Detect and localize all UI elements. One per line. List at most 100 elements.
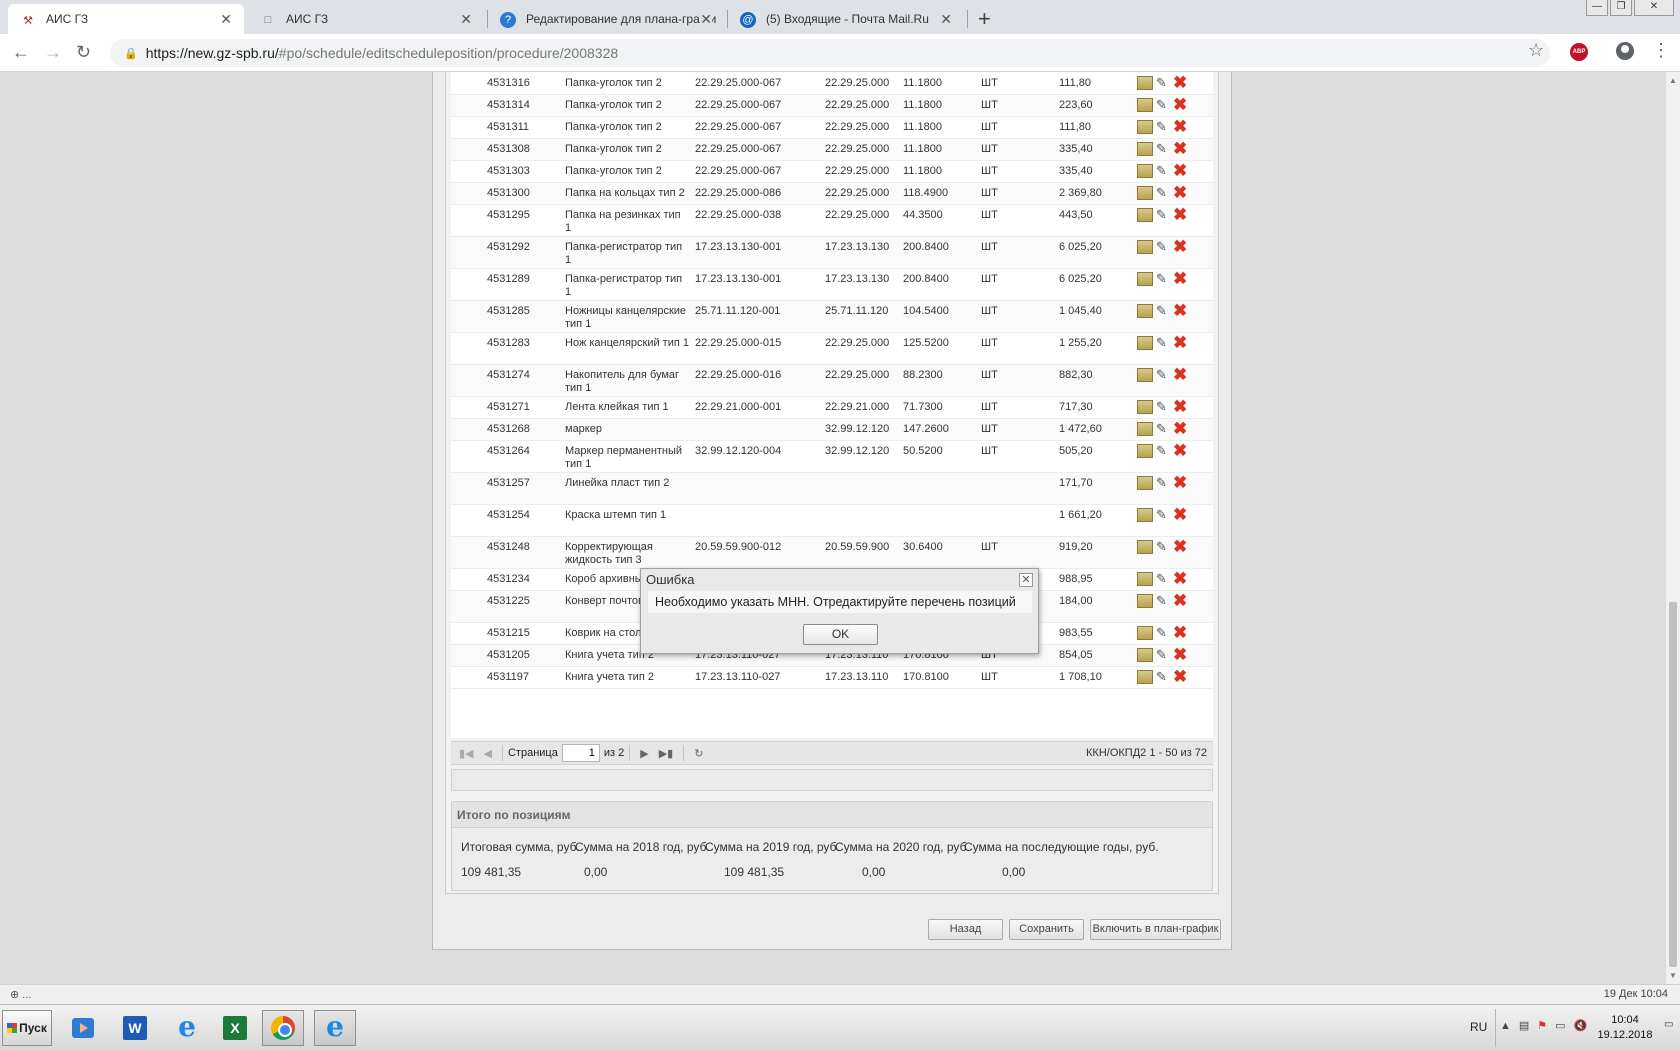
book-icon[interactable] bbox=[1137, 400, 1153, 414]
edit-pencil-icon[interactable]: ✎ bbox=[1156, 208, 1170, 222]
back-button[interactable]: Назад bbox=[928, 919, 1003, 940]
taskbar-ie-2[interactable]: e bbox=[314, 1010, 356, 1046]
tab-editing-schedule[interactable]: ? Редактирование для плана-графи ✕ bbox=[488, 4, 724, 34]
delete-icon[interactable]: ✖ bbox=[1173, 442, 1189, 459]
dialog-close-icon[interactable]: ✕ bbox=[1019, 573, 1033, 587]
edit-pencil-icon[interactable]: ✎ bbox=[1156, 508, 1170, 522]
close-tab-icon[interactable]: ✕ bbox=[700, 11, 712, 28]
save-button[interactable]: Сохранить bbox=[1009, 919, 1084, 940]
delete-icon[interactable]: ✖ bbox=[1173, 238, 1189, 255]
delete-icon[interactable]: ✖ bbox=[1173, 334, 1189, 351]
delete-icon[interactable]: ✖ bbox=[1173, 398, 1189, 415]
edit-pencil-icon[interactable]: ✎ bbox=[1156, 572, 1170, 586]
taskbar-word[interactable]: W bbox=[114, 1010, 156, 1046]
edit-pencil-icon[interactable]: ✎ bbox=[1156, 648, 1170, 662]
page-number-input[interactable] bbox=[561, 744, 600, 762]
table-row[interactable]: 4531316 Папка-уголок тип 2 22.29.25.000-06… bbox=[451, 73, 1213, 95]
close-tab-icon[interactable]: ✕ bbox=[220, 11, 232, 28]
first-page-icon[interactable]: ▮◀ bbox=[459, 747, 474, 760]
delete-icon[interactable]: ✖ bbox=[1173, 302, 1189, 319]
edit-pencil-icon[interactable]: ✎ bbox=[1156, 336, 1170, 350]
tab-mail-inbox[interactable]: @ (5) Входящие - Почта Mail.Ru ✕ bbox=[728, 4, 964, 34]
edit-pencil-icon[interactable]: ✎ bbox=[1156, 186, 1170, 200]
delete-icon[interactable]: ✖ bbox=[1173, 206, 1189, 223]
include-in-schedule-button[interactable]: Включить в план-график bbox=[1090, 919, 1221, 940]
action-center-icon[interactable]: ⚑ bbox=[1537, 1019, 1547, 1032]
delete-icon[interactable]: ✖ bbox=[1173, 624, 1189, 641]
delete-icon[interactable]: ✖ bbox=[1173, 570, 1189, 587]
book-icon[interactable] bbox=[1137, 164, 1153, 178]
tab-ais-gz[interactable]: □ АИС ГЗ ✕ bbox=[248, 4, 484, 34]
book-icon[interactable] bbox=[1137, 476, 1153, 490]
book-icon[interactable] bbox=[1137, 304, 1153, 318]
delete-icon[interactable]: ✖ bbox=[1173, 668, 1189, 685]
back-arrow-icon[interactable]: ← bbox=[12, 42, 30, 63]
close-tab-icon[interactable]: ✕ bbox=[460, 11, 472, 28]
book-icon[interactable] bbox=[1137, 208, 1153, 222]
forward-arrow-icon[interactable]: → bbox=[44, 42, 62, 63]
edit-pencil-icon[interactable]: ✎ bbox=[1156, 304, 1170, 318]
restore-icon[interactable]: ❐ bbox=[1610, 0, 1632, 16]
show-desktop-icon[interactable]: ▭ bbox=[1664, 1019, 1678, 1037]
table-row[interactable]: 4531289 Папка-регистратор тип 1 17.23.13.1… bbox=[451, 269, 1213, 301]
volume-muted-icon[interactable]: 🔇 bbox=[1574, 1019, 1588, 1032]
edit-pencil-icon[interactable]: ✎ bbox=[1156, 120, 1170, 134]
refresh-icon[interactable]: ↻ bbox=[694, 747, 703, 760]
edit-pencil-icon[interactable]: ✎ bbox=[1156, 368, 1170, 382]
book-icon[interactable] bbox=[1137, 336, 1153, 350]
account-icon[interactable] bbox=[1616, 42, 1634, 60]
delete-icon[interactable]: ✖ bbox=[1173, 118, 1189, 135]
edit-pencil-icon[interactable]: ✎ bbox=[1156, 272, 1170, 286]
book-icon[interactable] bbox=[1137, 540, 1153, 554]
kebab-menu-icon[interactable]: ⋮ bbox=[1652, 40, 1670, 61]
taskbar-chrome[interactable] bbox=[262, 1010, 304, 1046]
delete-icon[interactable]: ✖ bbox=[1173, 592, 1189, 609]
delete-icon[interactable]: ✖ bbox=[1173, 538, 1189, 555]
delete-icon[interactable]: ✖ bbox=[1173, 506, 1189, 523]
book-icon[interactable] bbox=[1137, 272, 1153, 286]
adblock-plus-icon[interactable]: ABP bbox=[1570, 43, 1588, 61]
delete-icon[interactable]: ✖ bbox=[1173, 474, 1189, 491]
edit-pencil-icon[interactable]: ✎ bbox=[1156, 98, 1170, 112]
delete-icon[interactable]: ✖ bbox=[1173, 184, 1189, 201]
table-row[interactable]: 4531311 Папка-уголок тип 2 22.29.25.000-06… bbox=[451, 117, 1213, 139]
book-icon[interactable] bbox=[1137, 142, 1153, 156]
table-row[interactable]: 4531264 Маркер перманентный тип 1 32.99.12… bbox=[451, 441, 1213, 473]
book-icon[interactable] bbox=[1137, 594, 1153, 608]
delete-icon[interactable]: ✖ bbox=[1173, 420, 1189, 437]
table-row[interactable]: 4531285 Ножницы канцелярские тип 1 25.71.1… bbox=[451, 301, 1213, 333]
table-row[interactable]: 4531254 Краска штемп тип 1 1 661,20 ✎ ✖ bbox=[451, 505, 1213, 537]
delete-icon[interactable]: ✖ bbox=[1173, 270, 1189, 287]
edit-pencil-icon[interactable]: ✎ bbox=[1156, 76, 1170, 90]
book-icon[interactable] bbox=[1137, 186, 1153, 200]
edit-pencil-icon[interactable]: ✎ bbox=[1156, 476, 1170, 490]
edit-pencil-icon[interactable]: ✎ bbox=[1156, 626, 1170, 640]
edit-pencil-icon[interactable]: ✎ bbox=[1156, 240, 1170, 254]
table-row[interactable]: 4531303 Папка-уголок тип 2 22.29.25.000-06… bbox=[451, 161, 1213, 183]
bookmark-star-icon[interactable]: ☆ bbox=[1528, 40, 1544, 61]
table-row[interactable]: 4531295 Папка на резинках тип 1 22.29.25.0… bbox=[451, 205, 1213, 237]
address-bar[interactable]: 🔒 https://new.gz-spb.ru/#po/schedule/edi… bbox=[110, 39, 1550, 67]
delete-icon[interactable]: ✖ bbox=[1173, 96, 1189, 113]
book-icon[interactable] bbox=[1137, 648, 1153, 662]
book-icon[interactable] bbox=[1137, 98, 1153, 112]
table-row[interactable]: 4531271 Лента клейкая тип 1 22.29.21.000-0… bbox=[451, 397, 1213, 419]
edit-pencil-icon[interactable]: ✎ bbox=[1156, 142, 1170, 156]
book-icon[interactable] bbox=[1137, 240, 1153, 254]
table-row[interactable]: 4531248 Корректирующая жидкость тип 3 20.5… bbox=[451, 537, 1213, 569]
close-tab-icon[interactable]: ✕ bbox=[940, 11, 952, 28]
taskbar-ie[interactable]: e bbox=[166, 1010, 208, 1046]
minimize-icon[interactable]: — bbox=[1586, 0, 1608, 16]
edit-pencil-icon[interactable]: ✎ bbox=[1156, 400, 1170, 414]
scroll-down-icon[interactable]: ▼ bbox=[1669, 971, 1677, 980]
new-tab-icon[interactable]: + bbox=[978, 6, 991, 32]
book-icon[interactable] bbox=[1137, 120, 1153, 134]
scroll-up-icon[interactable]: ▲ bbox=[1669, 76, 1677, 85]
edit-pencil-icon[interactable]: ✎ bbox=[1156, 422, 1170, 436]
taskbar-media-player[interactable] bbox=[62, 1010, 104, 1046]
reload-icon[interactable]: ↻ bbox=[76, 42, 91, 63]
table-row[interactable]: 4531308 Папка-уголок тип 2 22.29.25.000-06… bbox=[451, 139, 1213, 161]
edit-pencil-icon[interactable]: ✎ bbox=[1156, 164, 1170, 178]
book-icon[interactable] bbox=[1137, 572, 1153, 586]
book-icon[interactable] bbox=[1137, 422, 1153, 436]
